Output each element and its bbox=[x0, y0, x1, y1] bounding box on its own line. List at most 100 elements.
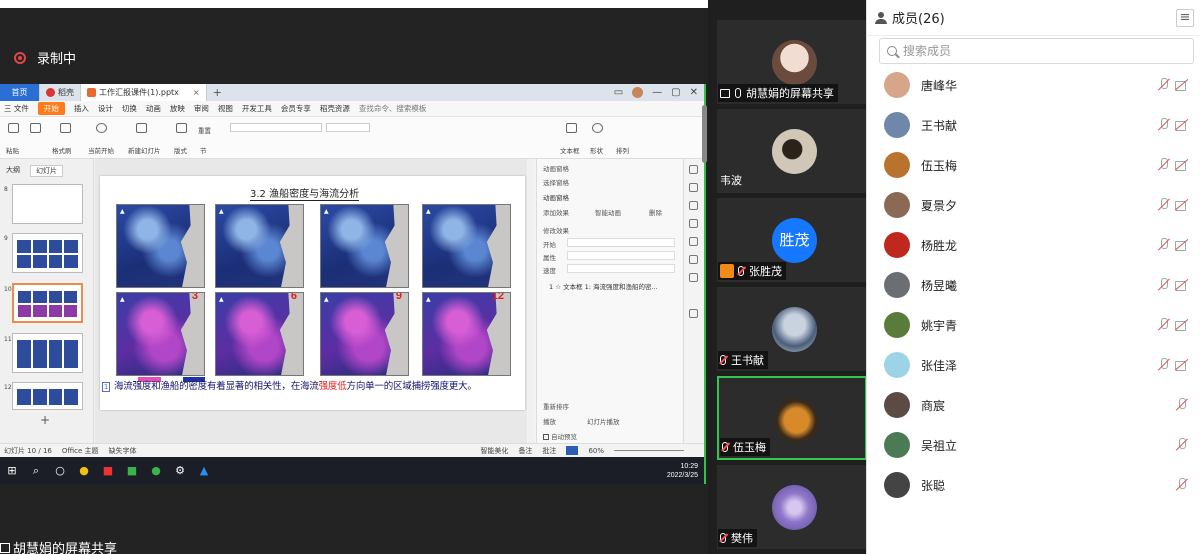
camera-off-icon[interactable] bbox=[1175, 80, 1189, 91]
tab-home[interactable]: 首页 bbox=[0, 84, 40, 101]
camera-off-icon[interactable] bbox=[1175, 360, 1189, 371]
zoom-level[interactable]: 60% bbox=[588, 447, 604, 455]
video-tile[interactable]: 王书献 bbox=[717, 287, 867, 371]
menu-design[interactable]: 设计 bbox=[98, 103, 113, 114]
member-search[interactable] bbox=[879, 38, 1194, 64]
anim-speed-field[interactable] bbox=[567, 264, 675, 273]
textbox-icon[interactable] bbox=[566, 123, 577, 133]
member-row[interactable]: 张佳泽 bbox=[867, 345, 1200, 385]
tencent-meeting-icon[interactable]: ▲ bbox=[192, 457, 216, 484]
video-tile[interactable]: 胡慧娟的屏幕共享 bbox=[717, 20, 867, 104]
mic-muted-icon[interactable] bbox=[1157, 78, 1171, 92]
menu-file[interactable]: 三 文件 bbox=[4, 103, 29, 114]
mic-muted-icon[interactable] bbox=[1157, 278, 1171, 292]
member-row[interactable]: 杨胜龙 bbox=[867, 225, 1200, 265]
mic-muted-icon[interactable] bbox=[1175, 478, 1189, 492]
member-row[interactable]: 王书献 bbox=[867, 105, 1200, 145]
tool-icon[interactable] bbox=[689, 309, 698, 318]
menu-slideshow[interactable]: 放映 bbox=[170, 103, 185, 114]
wps-icon[interactable]: ■ bbox=[96, 457, 120, 484]
tool-icon[interactable] bbox=[689, 237, 698, 246]
menu-search[interactable]: 查找命令、搜索模板 bbox=[359, 103, 427, 114]
task-view-icon[interactable]: ○ bbox=[48, 457, 72, 484]
menu-icon[interactable]: ≡ bbox=[1176, 9, 1194, 27]
new-slide-icon[interactable] bbox=[136, 123, 147, 133]
menu-start[interactable]: 开始 bbox=[37, 102, 65, 115]
slideshow-button[interactable]: 幻灯片播放 bbox=[587, 416, 620, 426]
member-row[interactable]: 杨昱曦 bbox=[867, 265, 1200, 305]
new-tab-button[interactable]: + bbox=[207, 84, 228, 101]
tab-docer[interactable]: 稻壳 bbox=[40, 84, 81, 101]
settings-icon[interactable]: ⚙ bbox=[168, 457, 192, 484]
mic-muted-icon[interactable] bbox=[1157, 358, 1171, 372]
anim-item[interactable]: 1 ☆ 文本框 1: 海流强度和渔船的密... bbox=[549, 281, 658, 291]
slide-caption[interactable]: 1 海流强度和渔船的密度有着显著的相关性，在海流强度低方向单一的区域捕捞强度更大。 bbox=[102, 378, 477, 392]
member-row[interactable]: 唐峰华 bbox=[867, 65, 1200, 105]
notes-button[interactable]: 备注 bbox=[518, 446, 532, 456]
windows-start-icon[interactable]: ⊞ bbox=[0, 457, 24, 484]
search-icon[interactable]: ⌕ bbox=[24, 457, 48, 484]
green-app-icon[interactable]: ■ bbox=[120, 457, 144, 484]
chrome-icon[interactable]: ● bbox=[72, 457, 96, 484]
slide-thumb-10[interactable] bbox=[12, 283, 83, 323]
tab-pptx[interactable]: 工作汇报课件(1).pptx × bbox=[81, 84, 207, 101]
minimize-icon[interactable]: — bbox=[652, 87, 662, 98]
tab-outline[interactable]: 大纲 bbox=[6, 165, 20, 177]
mic-muted-icon[interactable] bbox=[1157, 198, 1171, 212]
zoom-slider[interactable] bbox=[614, 450, 684, 451]
menu-review[interactable]: 审阅 bbox=[194, 103, 209, 114]
tool-icon[interactable] bbox=[689, 255, 698, 264]
video-tile[interactable]: 韦波 bbox=[717, 109, 867, 193]
menu-view[interactable]: 视图 bbox=[218, 103, 233, 114]
close-icon[interactable]: × bbox=[193, 88, 200, 97]
member-row[interactable]: 伍玉梅 bbox=[867, 145, 1200, 185]
tool-icon[interactable] bbox=[689, 201, 698, 210]
comments-button[interactable]: 批注 bbox=[542, 446, 556, 456]
missing-font[interactable]: 缺失字体 bbox=[109, 446, 137, 456]
member-row[interactable]: 商宸 bbox=[867, 385, 1200, 425]
shape-icon[interactable] bbox=[592, 123, 603, 133]
slide-thumb-9[interactable] bbox=[12, 233, 83, 273]
menu-insert[interactable]: 插入 bbox=[74, 103, 89, 114]
font-select[interactable] bbox=[230, 123, 322, 132]
menu-animation[interactable]: 动画 bbox=[146, 103, 161, 114]
menu-dev[interactable]: 开发工具 bbox=[242, 103, 272, 114]
delete-anim-button[interactable]: 删除 bbox=[649, 207, 662, 217]
tool-icon[interactable] bbox=[689, 273, 698, 282]
tool-icon[interactable] bbox=[689, 165, 698, 174]
member-row[interactable]: 张聪 bbox=[867, 465, 1200, 505]
anim-start-field[interactable] bbox=[567, 238, 675, 247]
member-row[interactable]: 夏景夕 bbox=[867, 185, 1200, 225]
user-avatar[interactable] bbox=[632, 87, 644, 98]
play-button[interactable]: 播放 bbox=[543, 416, 556, 426]
play-slideshow-icon[interactable] bbox=[566, 446, 579, 455]
mic-muted-icon[interactable] bbox=[1157, 238, 1171, 252]
video-tile[interactable]: 胜茂 张胜茂 bbox=[717, 198, 867, 282]
select-pane-link[interactable]: 选择窗格 bbox=[543, 177, 569, 187]
menu-member[interactable]: 会员专享 bbox=[281, 103, 311, 114]
mic-muted-icon[interactable] bbox=[1157, 318, 1171, 332]
slide-thumb-12[interactable] bbox=[12, 382, 83, 410]
canvas-scrollbar[interactable] bbox=[528, 159, 534, 443]
add-effect-button[interactable]: 添加效果 bbox=[543, 207, 569, 217]
slide-thumb-8[interactable] bbox=[12, 184, 83, 224]
search-input[interactable] bbox=[903, 44, 1173, 58]
camera-off-icon[interactable] bbox=[1175, 200, 1189, 211]
wechat-icon[interactable]: ● bbox=[144, 457, 168, 484]
camera-off-icon[interactable] bbox=[1175, 160, 1189, 171]
menu-docer[interactable]: 稻壳资源 bbox=[320, 103, 350, 114]
member-row[interactable]: 姚宇青 bbox=[867, 305, 1200, 345]
menu-transition[interactable]: 切换 bbox=[122, 103, 137, 114]
play-current-icon[interactable] bbox=[96, 123, 107, 133]
camera-off-icon[interactable] bbox=[1175, 320, 1189, 331]
mic-muted-icon[interactable] bbox=[1157, 118, 1171, 132]
camera-off-icon[interactable] bbox=[1175, 240, 1189, 251]
paste-icon[interactable] bbox=[8, 123, 19, 133]
slide-thumb-11[interactable] bbox=[12, 333, 83, 373]
maximize-icon[interactable]: ▢ bbox=[671, 87, 680, 98]
layout-slide-icon[interactable] bbox=[176, 123, 187, 133]
tool-icon[interactable] bbox=[689, 183, 698, 192]
mic-muted-icon[interactable] bbox=[1157, 158, 1171, 172]
layout-icon[interactable]: ▭ bbox=[614, 87, 623, 98]
autopreview-checkbox[interactable]: 自动预览 bbox=[543, 431, 577, 441]
